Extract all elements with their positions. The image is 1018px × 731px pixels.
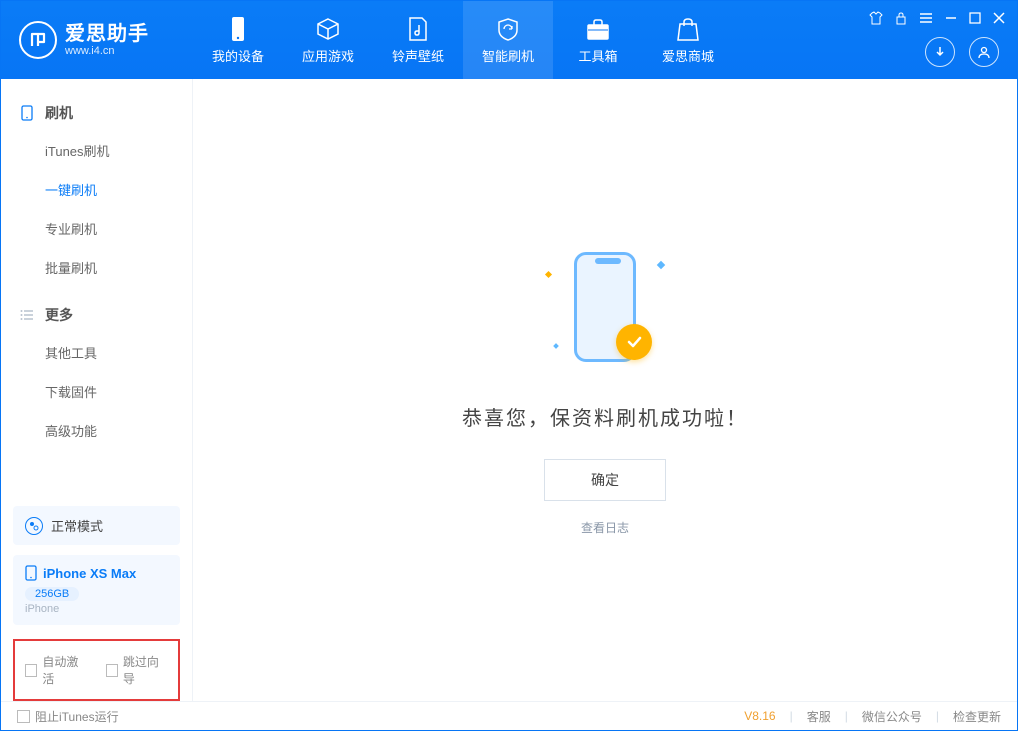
maximize-button[interactable] xyxy=(969,12,981,24)
tab-ringtones-wallpapers[interactable]: 铃声壁纸 xyxy=(373,1,463,79)
window-controls-top xyxy=(869,11,1005,25)
device-storage-badge: 256GB xyxy=(25,587,79,601)
sidebar-section-flash: 刷机 iTunes刷机 一键刷机 专业刷机 批量刷机 xyxy=(1,95,192,287)
tab-label: 铃声壁纸 xyxy=(392,46,444,65)
view-log-link[interactable]: 查看日志 xyxy=(581,519,629,536)
mode-label: 正常模式 xyxy=(51,516,103,535)
checkbox-box xyxy=(106,664,118,677)
footer-bar: 阻止iTunes运行 V8.16 | 客服 | 微信公众号 | 检查更新 xyxy=(1,701,1017,730)
sidebar-item-download-firmware[interactable]: 下载固件 xyxy=(1,372,192,411)
checkbox-skip-guide[interactable]: 跳过向导 xyxy=(106,653,169,687)
bag-icon xyxy=(675,16,701,42)
separator: | xyxy=(790,709,793,723)
footer-link-update[interactable]: 检查更新 xyxy=(953,708,1001,725)
device-type: iPhone xyxy=(25,603,168,615)
sidebar-item-other-tools[interactable]: 其他工具 xyxy=(1,333,192,372)
tab-smart-flash[interactable]: 智能刷机 xyxy=(463,1,553,79)
footer-left: 阻止iTunes运行 xyxy=(17,708,119,725)
sidebar-item-itunes-flash[interactable]: iTunes刷机 xyxy=(1,131,192,170)
phone-small-icon xyxy=(25,565,37,581)
tab-label: 爱思商城 xyxy=(662,46,714,65)
tab-toolbox[interactable]: 工具箱 xyxy=(553,1,643,79)
sidebar-item-oneclick-flash[interactable]: 一键刷机 xyxy=(1,170,192,209)
logo-area: 爱思助手 www.i4.cn xyxy=(1,21,193,59)
tab-apps-games[interactable]: 应用游戏 xyxy=(283,1,373,79)
version-label: V8.16 xyxy=(744,709,775,723)
phone-notch xyxy=(595,258,621,264)
device-icon xyxy=(19,105,35,121)
confirm-button[interactable]: 确定 xyxy=(544,459,666,501)
checkbox-auto-activate[interactable]: 自动激活 xyxy=(25,653,88,687)
refresh-shield-icon xyxy=(495,16,521,42)
checkbox-label: 跳过向导 xyxy=(123,653,168,687)
tab-my-device[interactable]: 我的设备 xyxy=(193,1,283,79)
section-title: 更多 xyxy=(45,305,73,325)
success-message: 恭喜您，保资料刷机成功啦！ xyxy=(462,402,748,431)
sidebar-item-advanced[interactable]: 高级功能 xyxy=(1,411,192,450)
sidebar-heading-flash: 刷机 xyxy=(1,95,192,131)
toolbox-icon xyxy=(585,16,611,42)
checkbox-box xyxy=(17,710,30,723)
device-name-row: iPhone XS Max xyxy=(25,565,168,581)
sidebar-scroll: 刷机 iTunes刷机 一键刷机 专业刷机 批量刷机 更多 其他工具 下载固件 … xyxy=(1,79,192,494)
sidebar-section-more: 更多 其他工具 下载固件 高级功能 xyxy=(1,297,192,450)
checkbox-box xyxy=(25,664,37,677)
sidebar-item-batch-flash[interactable]: 批量刷机 xyxy=(1,248,192,287)
device-name: iPhone XS Max xyxy=(43,566,136,581)
sidebar-item-pro-flash[interactable]: 专业刷机 xyxy=(1,209,192,248)
header-bar: 爱思助手 www.i4.cn 我的设备 应用游戏 铃声壁纸 智能刷机 工具箱 爱… xyxy=(1,1,1017,79)
logo-text: 爱思助手 www.i4.cn xyxy=(65,23,149,57)
device-box[interactable]: iPhone XS Max 256GB iPhone xyxy=(13,555,180,625)
app-subtitle: www.i4.cn xyxy=(65,45,149,57)
separator: | xyxy=(936,709,939,723)
sidebar-bottom: 正常模式 iPhone XS Max 256GB iPhone 自动激活 跳过向… xyxy=(1,494,192,701)
menu-icon[interactable] xyxy=(919,12,933,24)
list-icon xyxy=(19,307,35,323)
checkbox-block-itunes[interactable]: 阻止iTunes运行 xyxy=(17,708,119,725)
header-actions xyxy=(925,37,999,67)
download-button[interactable] xyxy=(925,37,955,67)
sidebar: 刷机 iTunes刷机 一键刷机 专业刷机 批量刷机 更多 其他工具 下载固件 … xyxy=(1,79,193,701)
separator: | xyxy=(845,709,848,723)
tab-label: 工具箱 xyxy=(578,46,617,65)
tshirt-icon[interactable] xyxy=(869,11,883,25)
mode-icon xyxy=(25,517,43,535)
checkmark-badge-icon xyxy=(616,324,652,360)
main-panel: 恭喜您，保资料刷机成功啦！ 确定 查看日志 xyxy=(193,79,1017,701)
nav-tabs: 我的设备 应用游戏 铃声壁纸 智能刷机 工具箱 爱思商城 xyxy=(193,1,733,79)
music-file-icon xyxy=(405,16,431,42)
footer-right: V8.16 | 客服 | 微信公众号 | 检查更新 xyxy=(744,708,1001,725)
tab-label: 智能刷机 xyxy=(482,46,534,65)
phone-icon xyxy=(225,16,251,42)
app-title: 爱思助手 xyxy=(65,23,149,45)
tab-label: 应用游戏 xyxy=(302,46,354,65)
cube-icon xyxy=(315,16,341,42)
close-button[interactable] xyxy=(993,12,1005,24)
app-logo-icon xyxy=(19,21,57,59)
footer-link-support[interactable]: 客服 xyxy=(807,708,831,725)
tab-label: 我的设备 xyxy=(212,46,264,65)
footer-link-wechat[interactable]: 微信公众号 xyxy=(862,708,922,725)
user-button[interactable] xyxy=(969,37,999,67)
sidebar-heading-more: 更多 xyxy=(1,297,192,333)
success-illustration xyxy=(540,244,670,374)
sparkle-icon xyxy=(545,271,552,278)
body-area: 刷机 iTunes刷机 一键刷机 专业刷机 批量刷机 更多 其他工具 下载固件 … xyxy=(1,79,1017,701)
tab-store[interactable]: 爱思商城 xyxy=(643,1,733,79)
mode-box[interactable]: 正常模式 xyxy=(13,506,180,545)
minimize-button[interactable] xyxy=(945,12,957,24)
lock-icon[interactable] xyxy=(895,11,907,25)
checkbox-label: 阻止iTunes运行 xyxy=(35,708,119,725)
checkbox-row: 自动激活 跳过向导 xyxy=(13,639,180,701)
sparkle-icon xyxy=(553,343,559,349)
sparkle-icon xyxy=(657,261,665,269)
section-title: 刷机 xyxy=(45,103,73,123)
checkbox-label: 自动激活 xyxy=(42,653,87,687)
